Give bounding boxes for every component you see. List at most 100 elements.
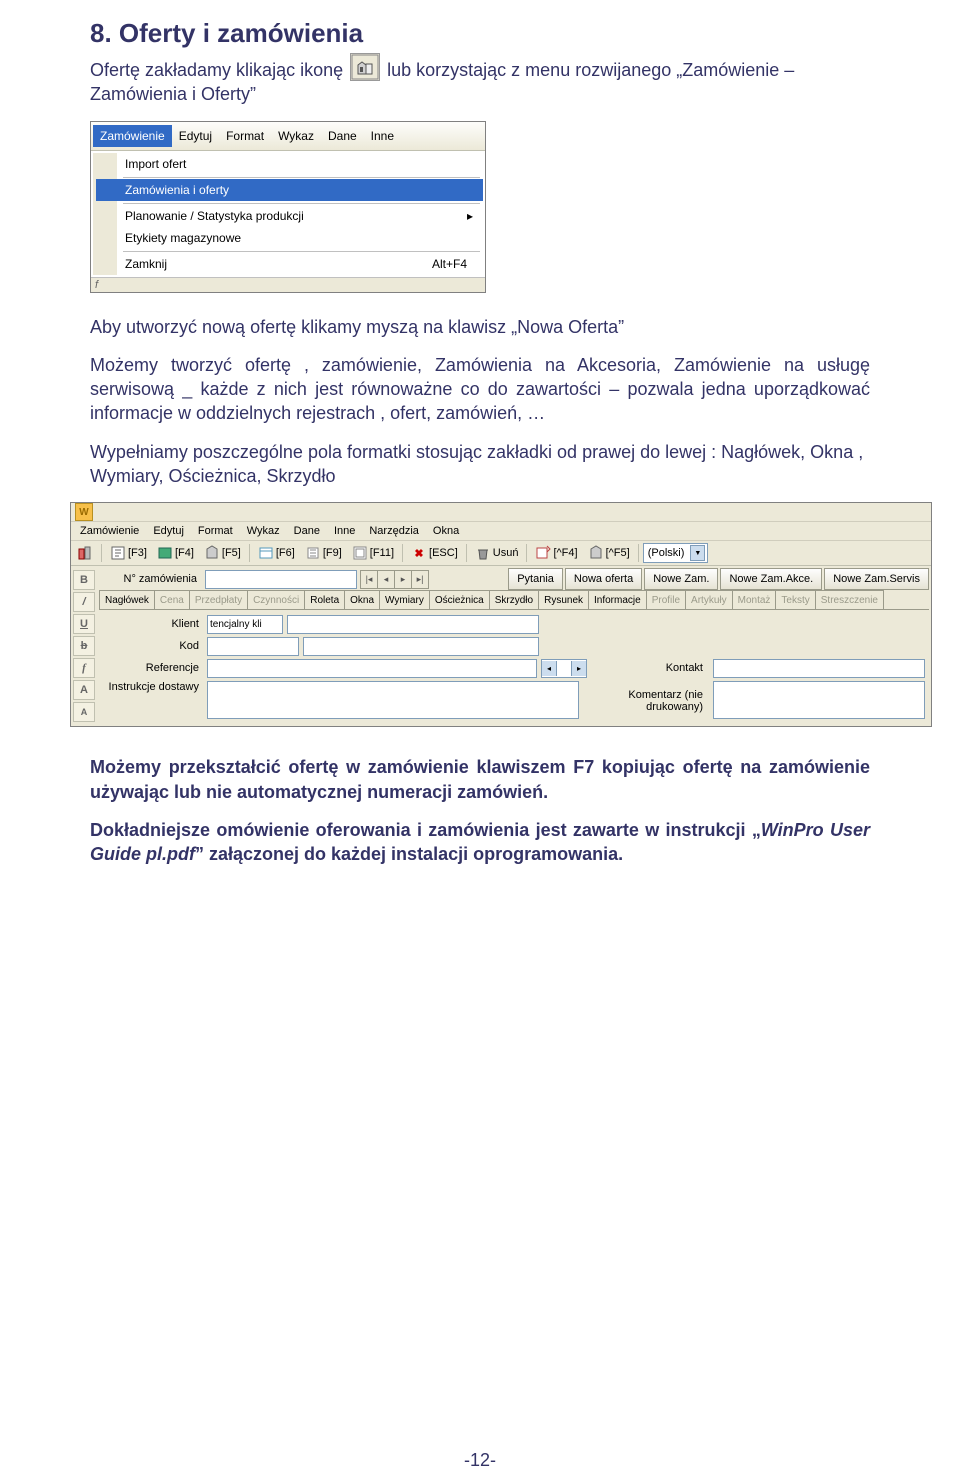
btn-nowe-zam[interactable]: Nowe Zam. xyxy=(644,568,718,590)
app-menu-wykaz[interactable]: Wykaz xyxy=(240,525,287,537)
label-instrukcje: Instrukcje dostawy xyxy=(103,681,203,693)
rail-italic[interactable]: / xyxy=(73,592,95,612)
tab-czynnosci[interactable]: Czynności xyxy=(247,590,305,609)
rail-strike[interactable]: b xyxy=(73,636,95,656)
menu-format[interactable]: Format xyxy=(219,125,271,147)
tab-naglowek[interactable]: Nagłówek xyxy=(99,590,155,609)
app-menu-inne[interactable]: Inne xyxy=(327,525,362,537)
offers-icon xyxy=(350,53,380,81)
tb-label: [F5] xyxy=(222,547,241,559)
tb-f9[interactable]: [F9] xyxy=(301,542,346,564)
tab-informacje[interactable]: Informacje xyxy=(588,590,647,609)
input-klient-hint[interactable]: tencjalny kli xyxy=(207,615,283,634)
tab-profile[interactable]: Profile xyxy=(646,590,686,609)
menu-wykaz[interactable]: Wykaz xyxy=(271,125,321,147)
order-number-input[interactable] xyxy=(205,570,357,589)
nav-prev-icon[interactable]: ◂ xyxy=(377,570,395,589)
label-kod: Kod xyxy=(103,640,203,652)
tab-przedplaty[interactable]: Przedpłaty xyxy=(189,590,248,609)
rail-font[interactable]: f xyxy=(73,658,95,678)
tb-f4[interactable]: [F4] xyxy=(153,542,198,564)
menu-edytuj[interactable]: Edytuj xyxy=(172,125,219,147)
input-referencje[interactable] xyxy=(207,659,537,678)
label-komentarz: Komentarz (nie drukowany) xyxy=(583,689,709,713)
menu-inne[interactable]: Inne xyxy=(364,125,401,147)
menuitem-label: Import ofert xyxy=(117,157,477,171)
tab-wymiary[interactable]: Wymiary xyxy=(379,590,430,609)
paragraph-5: Możemy przekształcić ofertę w zamówienie… xyxy=(90,755,870,804)
menuitem-label: Etykiety magazynowe xyxy=(117,231,477,245)
label-referencje: Referencje xyxy=(103,662,203,674)
rail-font-dec[interactable]: A xyxy=(73,702,95,722)
nav-first-icon[interactable]: |◂ xyxy=(360,570,378,589)
tab-oscieznica[interactable]: Ościeżnica xyxy=(429,590,490,609)
tb-label: [F9] xyxy=(323,547,342,559)
tb-f3[interactable]: [F3] xyxy=(106,542,151,564)
tb-f11[interactable]: [F11] xyxy=(348,542,398,564)
app-menu-narzedzia[interactable]: Narzędzia xyxy=(362,525,426,537)
intro-text-a: Ofertę zakładamy klikając ikonę xyxy=(90,60,348,80)
tb-usun[interactable]: Usuń xyxy=(471,542,523,564)
tab-rysunek[interactable]: Rysunek xyxy=(538,590,589,609)
app-menu-format[interactable]: Format xyxy=(191,525,240,537)
label-klient: Klient xyxy=(103,618,203,630)
menu-zamowienie[interactable]: Zamówienie xyxy=(93,125,172,147)
tb-f6[interactable]: [F6] xyxy=(254,542,299,564)
app-menu-dane[interactable]: Dane xyxy=(287,525,327,537)
menuitem-planowanie[interactable]: Planowanie / Statystyka produkcji ▸ xyxy=(93,205,483,227)
menuitem-label: Zamknij xyxy=(117,257,432,271)
rail-underline[interactable]: U xyxy=(73,614,95,634)
tb-ctrl-f5[interactable]: [^F5] xyxy=(584,542,634,564)
tab-okna[interactable]: Okna xyxy=(344,590,380,609)
app-menu-edytuj[interactable]: Edytuj xyxy=(146,525,191,537)
scroll-right-icon[interactable]: ▸ xyxy=(571,661,586,676)
row-kod: Kod xyxy=(103,635,925,657)
btn-nowe-zam-akce[interactable]: Nowe Zam.Akce. xyxy=(720,568,822,590)
menuitem-etykiety[interactable]: Etykiety magazynowe xyxy=(93,227,483,249)
input-kod[interactable] xyxy=(207,637,299,656)
tab-streszczenie[interactable]: Streszczenie xyxy=(815,590,884,609)
tb-esc[interactable]: ✖[ESC] xyxy=(407,542,462,564)
tb-f5[interactable]: [F5] xyxy=(200,542,245,564)
input-komentarz[interactable] xyxy=(713,681,925,719)
tb-label: [F3] xyxy=(128,547,147,559)
btn-pytania[interactable]: Pytania xyxy=(508,568,563,590)
tab-montaz[interactable]: Montaż xyxy=(732,590,777,609)
tb-lang-combo[interactable]: (Polski) ▼ xyxy=(643,543,709,563)
page-number: -12- xyxy=(0,1450,960,1471)
status-hint: f xyxy=(95,279,98,291)
app-menu-zamowienie[interactable]: Zamówienie xyxy=(73,525,146,537)
row-referencje: Referencje ◂ ▸ Kontakt xyxy=(103,657,925,679)
tb-building-icon[interactable] xyxy=(73,542,97,564)
btn-nowa-oferta[interactable]: Nowa oferta xyxy=(565,568,642,590)
tb-lang-value: (Polski) xyxy=(648,547,685,559)
input-klient[interactable] xyxy=(287,615,539,634)
nav-next-icon[interactable]: ▸ xyxy=(394,570,412,589)
paragraph-4: Wypełniamy poszczególne pola formatki st… xyxy=(90,440,870,489)
input-kontakt[interactable] xyxy=(713,659,925,678)
referencje-scroll[interactable]: ◂ ▸ xyxy=(541,659,587,678)
rail-bold[interactable]: B xyxy=(73,570,95,590)
section-title: 8. Oferty i zamówienia xyxy=(90,18,870,49)
tab-artykuly[interactable]: Artykuły xyxy=(685,590,733,609)
menu-dane[interactable]: Dane xyxy=(321,125,364,147)
nav-last-icon[interactable]: ▸| xyxy=(411,570,429,589)
tb-label: Usuń xyxy=(493,547,519,559)
input-kod2[interactable] xyxy=(303,637,539,656)
tb-label: [ESC] xyxy=(429,547,458,559)
menuitem-import-ofert[interactable]: Import ofert xyxy=(93,153,483,175)
window-status-edge: f xyxy=(91,277,485,292)
scroll-left-icon[interactable]: ◂ xyxy=(542,661,557,676)
tab-skrzydlo[interactable]: Skrzydło xyxy=(489,590,539,609)
menuitem-zamknij[interactable]: Zamknij Alt+F4 xyxy=(93,253,483,275)
app-menu-okna[interactable]: Okna xyxy=(426,525,466,537)
btn-nowe-zam-servis[interactable]: Nowe Zam.Servis xyxy=(824,568,929,590)
tb-ctrl-f4[interactable]: [^F4] xyxy=(531,542,581,564)
rail-font-inc[interactable]: A xyxy=(73,680,95,700)
paragraph-6: Dokładniejsze omówienie oferowania i zam… xyxy=(90,818,870,867)
menuitem-zamowienia-oferty[interactable]: Zamówienia i oferty xyxy=(93,179,483,201)
input-instrukcje[interactable] xyxy=(207,681,579,719)
tab-teksty[interactable]: Teksty xyxy=(775,590,815,609)
tab-roleta[interactable]: Roleta xyxy=(304,590,345,609)
tab-cena[interactable]: Cena xyxy=(154,590,190,609)
